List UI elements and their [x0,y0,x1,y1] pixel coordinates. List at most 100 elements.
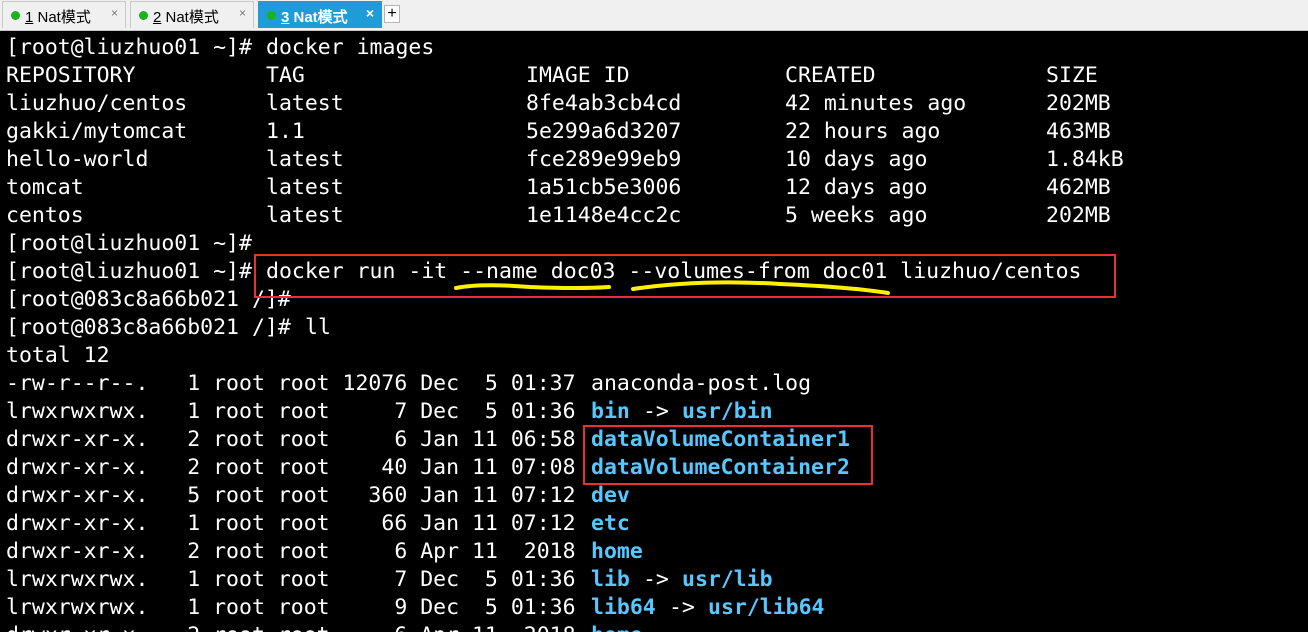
column-header: SIZE [1046,63,1098,88]
terminal-line: [root@liuzhuo01 ~]# [6,230,252,258]
command-text: docker images [266,35,435,60]
tab-bar: 1 Nat模式 × 2 Nat模式 × 3 Nat模式 × + [0,0,1308,31]
file-row: -rw-r--r--. 1 root root 12076 Dec 5 01:3… [6,370,811,398]
image-repository: gakki/mytomcat [6,119,188,144]
close-icon[interactable]: × [111,6,118,20]
tab-session-1[interactable]: 1 Nat模式 × [2,1,126,28]
directory-name: home [591,622,643,632]
terminal-line: [root@083c8a66b021 /]# [6,286,291,314]
column-header: TAG [266,63,305,88]
file-meta: drwxr-xr-x. 1 root root 66 Jan 11 07:12 [6,511,589,536]
column-header: CREATED [785,63,876,88]
file-row: drwxr-xr-x. 2 root root 6 Jan 11 06:58 d… [6,426,850,454]
volume-dirs-highlight-box [583,425,873,485]
connected-status-icon [139,11,148,20]
image-id: 1e1148e4cc2c [526,203,682,228]
image-row: centos latest 1e1148e4cc2c 5 weeks ago 2… [6,202,1111,230]
connected-status-icon [267,11,276,20]
image-created: 22 hours ago [785,119,941,144]
terminal-line: [root@083c8a66b021 /]# ll [6,314,331,342]
image-tag: latest [266,91,344,116]
image-id: 5e299a6d3207 [526,119,682,144]
file-meta: lrwxrwxrwx. 1 root root 7 Dec 5 01:36 [6,399,589,424]
link-target: usr/lib [682,567,773,592]
file-meta: drwxr-xr-x. 2 root root 40 Jan 11 07:08 [6,455,589,480]
images-header-row: REPOSITORY TAG IMAGE ID CREATED SIZE [6,62,1098,90]
directory-name: home [591,539,643,564]
terminal-line: [root@liuzhuo01 ~]# docker run -it --nam… [6,258,1081,286]
image-row: liuzhuo/centos latest 8fe4ab3cb4cd 42 mi… [6,90,1111,118]
image-created: 42 minutes ago [785,91,967,116]
directory-name: etc [591,511,630,536]
tab-label: 2 Nat模式 [153,9,219,26]
terminal-line: [root@liuzhuo01 ~]# docker images [6,34,434,62]
shell-prompt: [root@liuzhuo01 ~]# [6,259,265,284]
link-name: lib64 [591,595,656,620]
image-row: gakki/mytomcat 1.1 5e299a6d3207 22 hours… [6,118,1111,146]
close-icon[interactable]: × [239,6,246,20]
file-row: lrwxrwxrwx. 1 root root 7 Dec 5 01:36 bi… [6,398,773,426]
link-name: bin [591,399,630,424]
link-arrow: -> [656,595,708,620]
directory-name: dev [591,483,630,508]
file-row: drwxr-xr-x. 5 root root 360 Jan 11 07:12… [6,482,630,510]
container-prompt: [root@083c8a66b021 /]# [6,287,291,312]
link-target: usr/lib64 [708,595,825,620]
shell-prompt: [root@liuzhuo01 ~]# [6,231,265,256]
image-created: 10 days ago [785,147,928,172]
tab-session-2[interactable]: 2 Nat模式 × [130,1,254,28]
file-meta: drwxr-xr-x. 2 root root 6 Apr 11 2018 [6,539,589,564]
link-name: lib [591,567,630,592]
file-row-partial: drwxr-xr-x. 2 root root 6 Apr 11 2018 ho… [6,622,643,632]
image-id: 8fe4ab3cb4cd [526,91,682,116]
image-created: 5 weeks ago [785,203,928,228]
file-meta: -rw-r--r--. 1 root root 12076 Dec 5 01:3… [6,371,589,396]
image-row: hello-world latest fce289e99eb9 10 days … [6,146,1124,174]
image-repository: hello-world [6,147,149,172]
column-header: REPOSITORY [6,63,136,88]
link-arrow: -> [630,399,682,424]
file-meta: drwxr-xr-x. 5 root root 360 Jan 11 07:12 [6,483,589,508]
file-meta: lrwxrwxrwx. 1 root root 9 Dec 5 01:36 [6,595,589,620]
tab-label: 3 Nat模式 [281,9,348,26]
image-repository: tomcat [6,175,84,200]
link-arrow: -> [630,567,682,592]
file-row: lrwxrwxrwx. 1 root root 9 Dec 5 01:36 li… [6,594,825,622]
container-prompt: [root@083c8a66b021 /]# [6,315,291,340]
link-target: usr/bin [682,399,773,424]
file-meta: drwxr-xr-x. 2 root root 6 Jan 11 06:58 [6,427,589,452]
file-row: drwxr-xr-x. 2 root root 40 Jan 11 07:08 … [6,454,850,482]
command-text: ll [305,315,331,340]
image-size: 202MB [1046,91,1111,116]
file-row: lrwxrwxrwx. 1 root root 7 Dec 5 01:36 li… [6,566,773,594]
tab-session-3-active[interactable]: 3 Nat模式 × [258,1,382,28]
file-name: anaconda-post.log [591,371,812,396]
image-size: 462MB [1046,175,1111,200]
connected-status-icon [11,11,20,20]
image-repository: liuzhuo/centos [6,91,188,116]
close-icon[interactable]: × [366,5,374,21]
file-row: drwxr-xr-x. 2 root root 6 Apr 11 2018 ho… [6,538,643,566]
image-id: fce289e99eb9 [526,147,682,172]
image-size: 463MB [1046,119,1111,144]
image-size: 1.84kB [1046,147,1124,172]
tab-label: 1 Nat模式 [25,9,91,26]
image-created: 12 days ago [785,175,928,200]
image-row: tomcat latest 1a51cb5e3006 12 days ago 4… [6,174,1111,202]
image-repository: centos [6,203,84,228]
image-tag: latest [266,203,344,228]
column-header: IMAGE ID [526,63,630,88]
total-line: total 12 [6,343,110,368]
terminal-output[interactable]: [root@liuzhuo01 ~]# docker images REPOSI… [0,31,1308,632]
image-tag: latest [266,147,344,172]
file-meta: drwxr-xr-x. 2 root root 6 Apr 11 2018 [6,622,588,632]
command-highlight-box [254,254,1116,298]
image-size: 202MB [1046,203,1111,228]
new-tab-button[interactable]: + [384,5,400,23]
image-tag: latest [266,175,344,200]
file-meta: lrwxrwxrwx. 1 root root 7 Dec 5 01:36 [6,567,589,592]
shell-prompt: [root@liuzhuo01 ~]# [6,35,265,60]
terminal-line: total 12 [6,342,110,370]
image-tag: 1.1 [266,119,305,144]
file-row: drwxr-xr-x. 1 root root 66 Jan 11 07:12 … [6,510,630,538]
